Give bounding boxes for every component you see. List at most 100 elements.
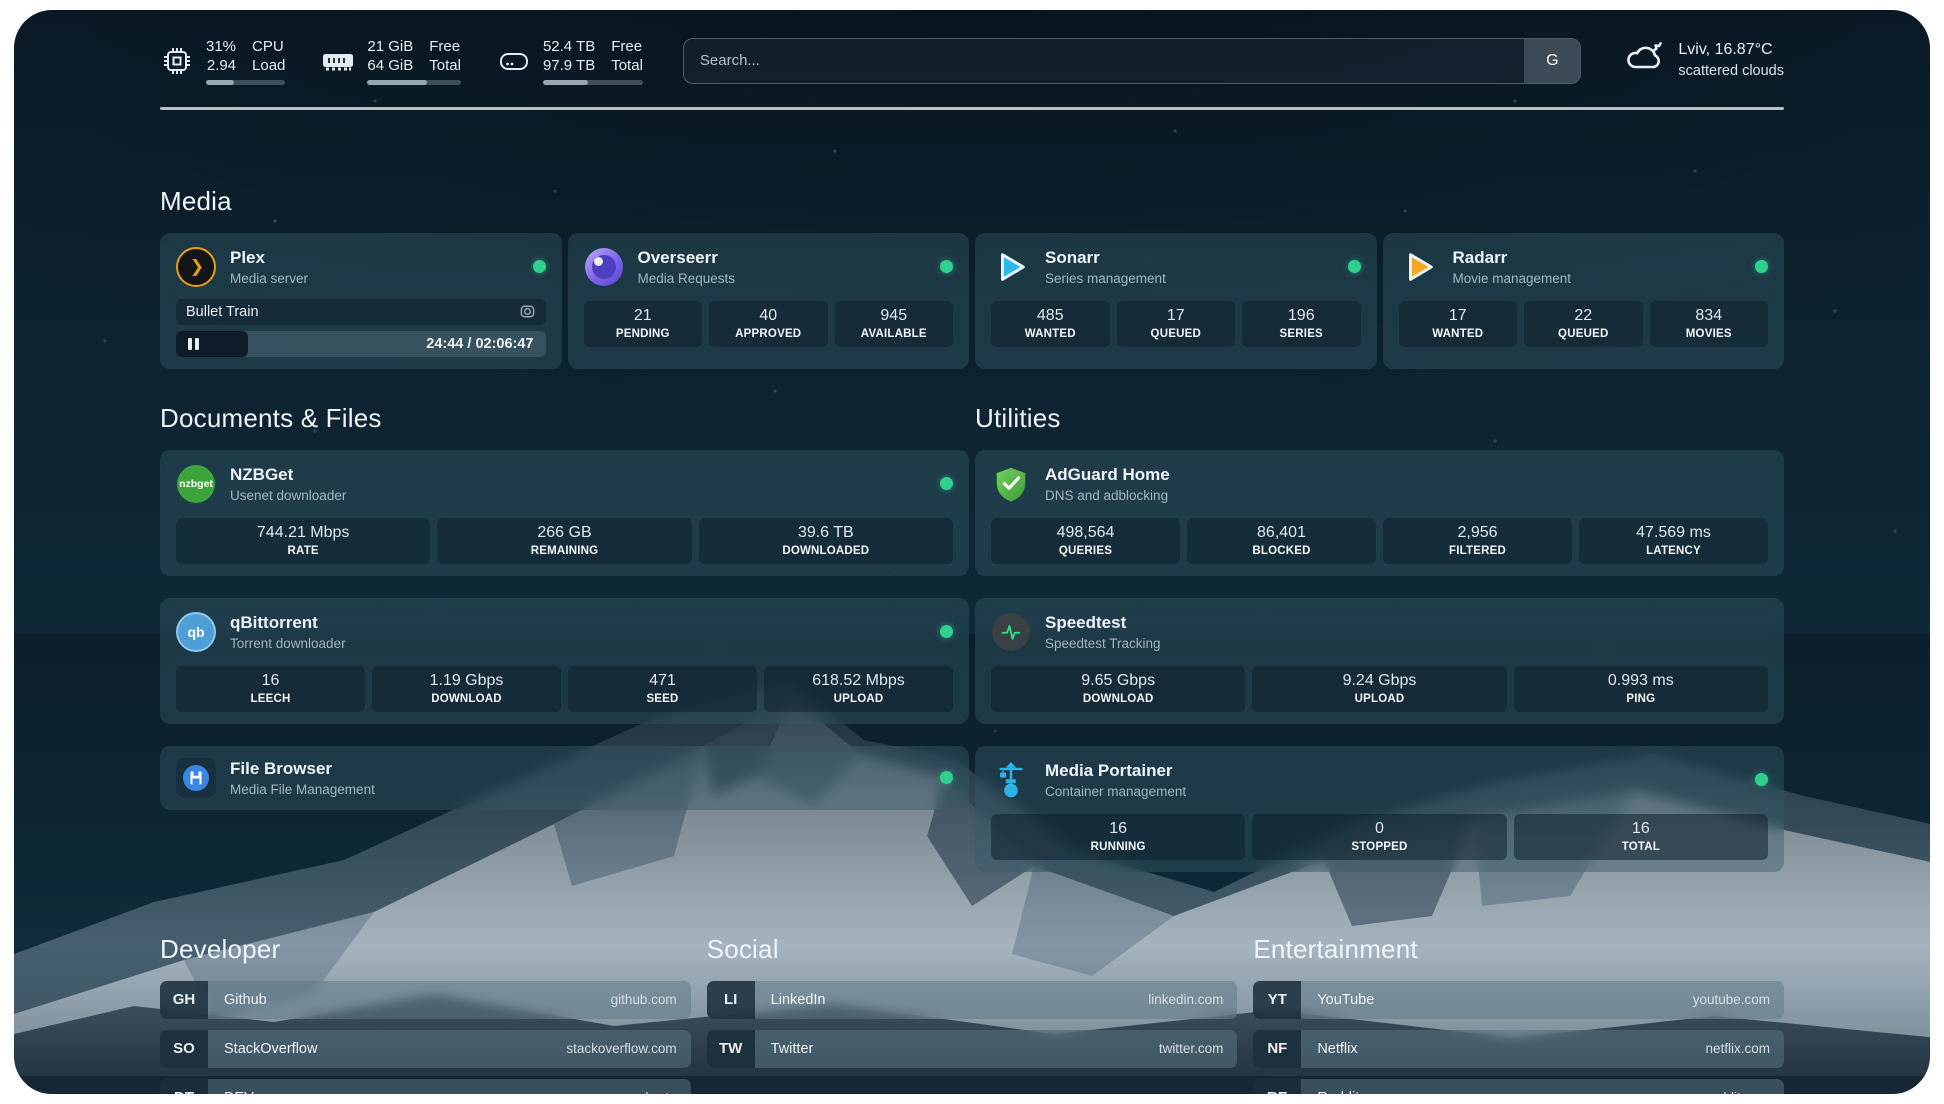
plex-name: Plex [230, 247, 308, 268]
overseerr-name: Overseerr [638, 247, 736, 268]
radarr-stat-queued: 22 QUEUED [1524, 301, 1643, 347]
memory-progress-fill [367, 80, 427, 85]
bookmark-name: YouTube [1317, 992, 1374, 1008]
section-title-documents: Documents & Files [160, 403, 969, 434]
cpu-percent: 31% [206, 37, 236, 56]
plex-status-dot [533, 260, 546, 273]
overseerr-status-dot [940, 260, 953, 273]
memory-progress-bar [367, 80, 461, 85]
section-title-media: Media [160, 186, 1784, 217]
speedtest-subtitle: Speedtest Tracking [1045, 635, 1161, 652]
bookmark-abbr: GH [160, 981, 208, 1019]
plex-now-playing-row: Bullet Train [176, 299, 546, 325]
overseerr-stat-approved: 40 APPROVED [709, 301, 828, 347]
section-title-utilities: Utilities [975, 403, 1784, 434]
memory-widget: 21 GiB Free 64 GiB Total [321, 37, 461, 85]
portainer-stat-running: 16 RUNNING [991, 814, 1245, 860]
bookmark-netflix[interactable]: NF Netflix netflix.com [1253, 1030, 1784, 1068]
radarr-card[interactable]: Radarr Movie management 17 WANTED 22 QUE… [1383, 233, 1785, 369]
filebrowser-subtitle: Media File Management [230, 781, 375, 798]
bookmark-github[interactable]: GH Github github.com [160, 981, 691, 1019]
bookmark-abbr: YT [1253, 981, 1301, 1019]
bookmark-dev[interactable]: DT DEV dev.to [160, 1079, 691, 1095]
bookmark-abbr: LI [707, 981, 755, 1019]
portainer-subtitle: Container management [1045, 783, 1186, 800]
top-bar: 31% CPU 2.94 Load [160, 10, 1784, 85]
overseerr-card[interactable]: Overseerr Media Requests 21 PENDING 40 A… [568, 233, 970, 369]
section-title-entertainment: Entertainment [1253, 934, 1784, 965]
bookmark-url: reddit.com [1707, 1090, 1770, 1094]
bookmark-twitter[interactable]: TW Twitter twitter.com [707, 1030, 1238, 1068]
overseerr-stat-pending: 21 PENDING [584, 301, 703, 347]
bookmark-url: dev.to [641, 1090, 677, 1094]
search-provider-button[interactable]: G [1524, 39, 1580, 83]
overseerr-icon [584, 247, 624, 287]
disk-progress-fill [543, 80, 588, 85]
filebrowser-card[interactable]: File Browser Media File Management [160, 746, 969, 810]
weather-condition: scattered clouds [1678, 62, 1784, 81]
adguard-card[interactable]: AdGuard Home DNS and adblocking 498,564 … [975, 450, 1784, 576]
disk-free-value: 52.4 TB [543, 37, 595, 56]
nzbget-status-dot [940, 477, 953, 490]
qbittorrent-card[interactable]: qb qBittorrent Torrent downloader 16 [160, 598, 969, 724]
sonarr-icon [991, 247, 1031, 287]
nzbget-card[interactable]: nzbget NZBGet Usenet downloader 744.21 M… [160, 450, 969, 576]
memory-total-label: Total [429, 56, 461, 75]
cpu-label: CPU [252, 37, 285, 56]
adguard-icon [991, 464, 1031, 504]
disk-free-label: Free [611, 37, 643, 56]
search-input[interactable] [684, 39, 1525, 83]
dashboard: 31% CPU 2.94 Load [14, 10, 1930, 1094]
sonarr-stat-series: 196 SERIES [1242, 301, 1361, 347]
speedtest-icon [991, 612, 1031, 652]
speedtest-card[interactable]: Speedtest Speedtest Tracking 9.65 Gbps D… [975, 598, 1784, 724]
filebrowser-icon [176, 758, 216, 798]
nzbget-stat-rate: 744.21 Mbps RATE [176, 518, 430, 564]
pause-icon [188, 338, 199, 350]
disk-icon [497, 44, 531, 78]
resource-widgets: 31% CPU 2.94 Load [160, 37, 643, 85]
radarr-status-dot [1755, 260, 1768, 273]
nzbget-name: NZBGet [230, 464, 346, 485]
cpu-widget: 31% CPU 2.94 Load [160, 37, 285, 85]
section-title-developer: Developer [160, 934, 691, 965]
bookmark-youtube[interactable]: YT YouTube youtube.com [1253, 981, 1784, 1019]
qbittorrent-subtitle: Torrent downloader [230, 635, 346, 652]
plex-card[interactable]: Plex Media server Bullet Train [160, 233, 562, 369]
qbittorrent-stat-seed: 471 SEED [568, 666, 757, 712]
bookmark-stackoverflow[interactable]: SO StackOverflow stackoverflow.com [160, 1030, 691, 1068]
radarr-subtitle: Movie management [1453, 270, 1572, 287]
sonarr-card[interactable]: Sonarr Series management 485 WANTED 17 Q… [975, 233, 1377, 369]
adguard-name: AdGuard Home [1045, 464, 1170, 485]
bookmark-name: Twitter [771, 1041, 814, 1057]
sonarr-status-dot [1348, 260, 1361, 273]
plex-playback-time: 24:44 / 02:06:47 [426, 336, 545, 352]
adguard-stat-latency: 47.569 ms LATENCY [1579, 518, 1768, 564]
search-bar: G [683, 38, 1582, 84]
portainer-card[interactable]: Media Portainer Container management 16 … [975, 746, 1784, 872]
memory-total-value: 64 GiB [367, 56, 413, 75]
qbittorrent-stat-download: 1.19 Gbps DOWNLOAD [372, 666, 561, 712]
bookmark-abbr: NF [1253, 1030, 1301, 1068]
sonarr-subtitle: Series management [1045, 270, 1166, 287]
cloud-icon [1621, 36, 1665, 85]
bookmark-url: twitter.com [1159, 1041, 1224, 1056]
bookmark-name: StackOverflow [224, 1041, 317, 1057]
radarr-icon [1399, 247, 1439, 287]
bookmark-url: linkedin.com [1148, 992, 1223, 1007]
portainer-icon [991, 760, 1031, 800]
bookmark-abbr: TW [707, 1030, 755, 1068]
bookmark-reddit[interactable]: RE Reddit reddit.com [1253, 1079, 1784, 1095]
memory-free-label: Free [429, 37, 461, 56]
snow-specks [14, 10, 16, 12]
qbittorrent-stat-leech: 16 LEECH [176, 666, 365, 712]
bookmark-abbr: DT [160, 1079, 208, 1095]
radarr-stat-movies: 834 MOVIES [1650, 301, 1769, 347]
overseerr-subtitle: Media Requests [638, 270, 736, 287]
cpu-progress-fill [206, 80, 234, 85]
bookmark-url: stackoverflow.com [566, 1041, 676, 1056]
sonarr-stat-queued: 17 QUEUED [1117, 301, 1236, 347]
memory-free-value: 21 GiB [367, 37, 413, 56]
bookmark-linkedin[interactable]: LI LinkedIn linkedin.com [707, 981, 1238, 1019]
adguard-stat-queries: 498,564 QUERIES [991, 518, 1180, 564]
